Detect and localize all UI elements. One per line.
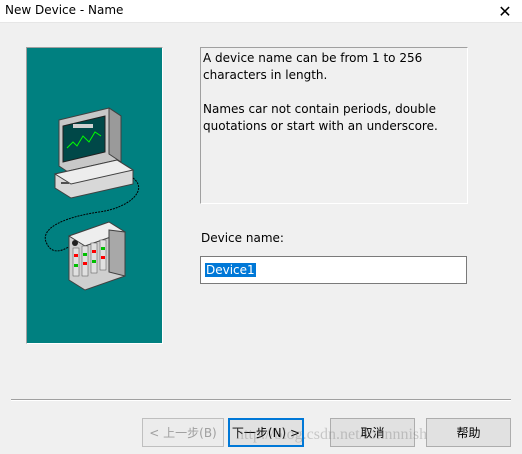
window-title: New Device - Name: [5, 3, 124, 17]
info-panel: A device name can be from 1 to 256 chara…: [200, 47, 468, 204]
info-text-rules: Names car not contain periods, double qu…: [203, 102, 438, 133]
device-name-label: Device name:: [201, 231, 284, 245]
divider: [11, 399, 511, 401]
title-bar: New Device - Name ✕: [0, 0, 522, 23]
device-name-value: Device1: [205, 263, 256, 277]
info-text-length: A device name can be from 1 to 256 chara…: [203, 51, 423, 82]
wizard-illustration: [26, 47, 163, 344]
next-button[interactable]: 下一步(N) >: [228, 418, 304, 447]
help-button[interactable]: 帮助: [426, 418, 511, 447]
back-button[interactable]: < 上一步(B): [142, 418, 224, 447]
device-name-input[interactable]: Device1: [200, 256, 467, 284]
close-icon[interactable]: ✕: [488, 0, 522, 22]
cancel-button[interactable]: 取消: [330, 418, 415, 447]
computer-and-device-icon: [44, 107, 140, 291]
